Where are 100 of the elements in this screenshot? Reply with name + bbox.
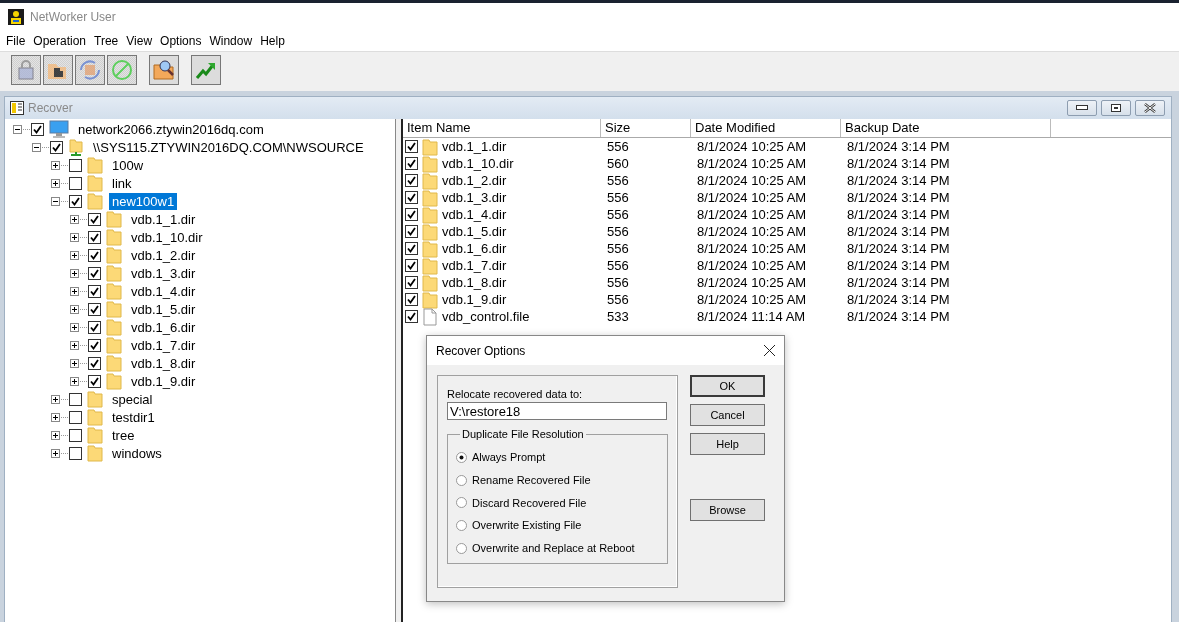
- checkbox[interactable]: [88, 302, 101, 316]
- radio-button[interactable]: [456, 519, 467, 531]
- expander-icon[interactable]: [13, 124, 22, 134]
- checkbox[interactable]: [88, 266, 101, 280]
- dialog-button[interactable]: Help: [690, 433, 765, 455]
- checkbox[interactable]: [405, 259, 418, 272]
- tree-item[interactable]: vdb.1_10.dir: [128, 228, 206, 246]
- radio-label[interactable]: Always Prompt: [472, 451, 546, 464]
- file-name[interactable]: vdb.1_2.dir: [442, 173, 507, 188]
- checkbox[interactable]: [405, 225, 418, 238]
- column-header[interactable]: Item Name: [403, 119, 601, 137]
- tree-item[interactable]: vdb.1_7.dir: [128, 336, 199, 354]
- expander-icon[interactable]: [51, 430, 60, 440]
- checkbox[interactable]: [405, 208, 418, 221]
- checkbox[interactable]: [88, 356, 101, 370]
- expander-icon[interactable]: [70, 340, 79, 350]
- tree-item[interactable]: windows: [109, 444, 165, 462]
- menu-item[interactable]: Window: [209, 34, 259, 48]
- expander-icon[interactable]: [70, 286, 79, 296]
- radio-label[interactable]: Overwrite and Replace at Reboot: [472, 542, 635, 555]
- checkbox[interactable]: [88, 212, 101, 226]
- expander-icon[interactable]: [70, 376, 79, 386]
- radio-label[interactable]: Rename Recovered File: [472, 474, 591, 487]
- checkbox[interactable]: [69, 392, 82, 406]
- checkbox[interactable]: [405, 242, 418, 255]
- tree-item[interactable]: special: [109, 390, 156, 408]
- column-header[interactable]: Size: [601, 119, 691, 137]
- file-name[interactable]: vdb.1_8.dir: [442, 275, 507, 290]
- dialog-button[interactable]: OK: [690, 375, 765, 397]
- expander-icon[interactable]: [70, 322, 79, 332]
- menu-item[interactable]: Help: [260, 34, 291, 48]
- tree-item[interactable]: vdb.1_4.dir: [128, 282, 199, 300]
- expander-icon[interactable]: [51, 412, 60, 422]
- checkbox[interactable]: [405, 174, 418, 187]
- file-name[interactable]: vdb.1_6.dir: [442, 241, 507, 256]
- dialog-button[interactable]: Browse: [690, 499, 765, 521]
- tree-item[interactable]: vdb.1_2.dir: [128, 246, 199, 264]
- expander-icon[interactable]: [70, 250, 79, 260]
- checkbox[interactable]: [88, 248, 101, 262]
- checkbox[interactable]: [405, 140, 418, 153]
- checkbox[interactable]: [88, 284, 101, 298]
- tree-item[interactable]: vdb.1_8.dir: [128, 354, 199, 372]
- menu-item[interactable]: Options: [160, 34, 208, 48]
- checkbox[interactable]: [69, 194, 82, 208]
- radio-button[interactable]: [456, 474, 467, 486]
- menu-item[interactable]: View: [126, 34, 159, 48]
- file-name[interactable]: vdb.1_5.dir: [442, 224, 507, 239]
- checkbox[interactable]: [405, 293, 418, 306]
- checkbox[interactable]: [405, 310, 418, 323]
- checkbox[interactable]: [88, 338, 101, 352]
- radio-button[interactable]: [456, 497, 467, 509]
- expander-icon[interactable]: [51, 448, 60, 458]
- checkbox[interactable]: [405, 157, 418, 170]
- expander-icon[interactable]: [70, 304, 79, 314]
- file-name[interactable]: vdb.1_3.dir: [442, 190, 507, 205]
- expander-icon[interactable]: [70, 214, 79, 224]
- radio-label[interactable]: Discard Recovered File: [472, 496, 587, 509]
- toolbar-button[interactable]: [149, 55, 179, 85]
- expander-icon[interactable]: [32, 142, 41, 152]
- maximize-button[interactable]: [1101, 100, 1131, 116]
- file-name[interactable]: vdb_control.file: [442, 309, 530, 324]
- checkbox[interactable]: [69, 410, 82, 424]
- file-name[interactable]: vdb.1_1.dir: [442, 139, 507, 154]
- input-field[interactable]: V:\restore18: [447, 402, 667, 420]
- tree-item[interactable]: network2066.ztywin2016dq.com: [75, 120, 267, 138]
- menu-item[interactable]: Tree: [94, 34, 125, 48]
- tree-item[interactable]: new100w1: [109, 192, 178, 210]
- splitter[interactable]: [395, 119, 403, 622]
- radio-button[interactable]: [456, 451, 467, 463]
- checkbox[interactable]: [69, 176, 82, 190]
- checkbox[interactable]: [88, 230, 101, 244]
- checkbox[interactable]: [69, 428, 82, 442]
- expander-icon[interactable]: [70, 268, 79, 278]
- checkbox[interactable]: [69, 446, 82, 460]
- file-name[interactable]: vdb.1_9.dir: [442, 292, 507, 307]
- file-name[interactable]: vdb.1_10.dir: [442, 156, 514, 171]
- tree-item[interactable]: vdb.1_1.dir: [128, 210, 199, 228]
- tree-item[interactable]: 100w: [109, 156, 147, 174]
- tree-item[interactable]: vdb.1_5.dir: [128, 300, 199, 318]
- checkbox[interactable]: [69, 158, 82, 172]
- tree-item[interactable]: vdb.1_9.dir: [128, 372, 199, 390]
- tree-item[interactable]: vdb.1_6.dir: [128, 318, 199, 336]
- expander-icon[interactable]: [51, 196, 60, 206]
- close-icon[interactable]: [764, 345, 775, 356]
- tree-item[interactable]: tree: [109, 426, 138, 444]
- menu-item[interactable]: Operation: [33, 34, 93, 48]
- checkbox[interactable]: [50, 140, 63, 154]
- tree-item[interactable]: vdb.1_3.dir: [128, 264, 199, 282]
- tree-item[interactable]: link: [109, 174, 135, 192]
- tree-item[interactable]: \\SYS115.ZTYWIN2016DQ.COM\NWSOURCE: [90, 138, 367, 156]
- expander-icon[interactable]: [70, 232, 79, 242]
- expander-icon[interactable]: [51, 160, 60, 170]
- radio-button[interactable]: [456, 542, 467, 554]
- checkbox[interactable]: [405, 191, 418, 204]
- menu-item[interactable]: File: [6, 34, 32, 48]
- close-button[interactable]: [1135, 100, 1165, 116]
- tree-item[interactable]: testdir1: [109, 408, 158, 426]
- expander-icon[interactable]: [51, 178, 60, 188]
- expander-icon[interactable]: [51, 394, 60, 404]
- column-header[interactable]: Date Modified: [691, 119, 841, 137]
